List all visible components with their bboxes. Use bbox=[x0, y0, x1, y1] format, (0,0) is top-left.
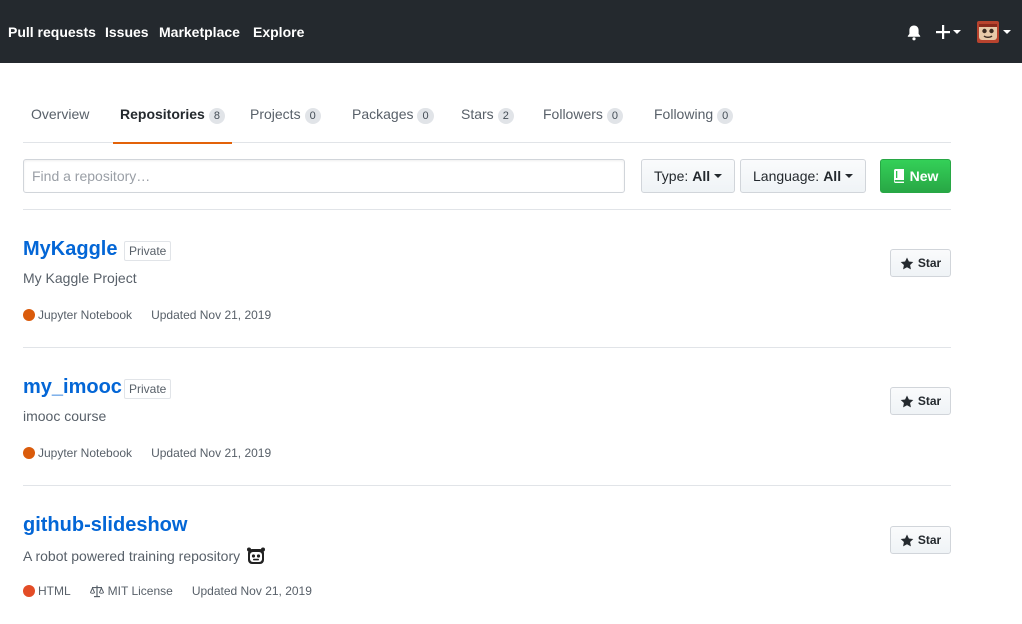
caret-down-icon bbox=[714, 174, 723, 178]
new-button-label: New bbox=[909, 168, 939, 184]
tab-counter: 0 bbox=[606, 108, 624, 124]
language-color-dot bbox=[23, 447, 35, 459]
tab-counter: 0 bbox=[417, 108, 434, 124]
repo-updated: Updated Nov 21, 2019 bbox=[191, 584, 312, 598]
tab-overview[interactable]: Overview bbox=[31, 90, 89, 143]
type-filter-button[interactable]: Type: All bbox=[641, 159, 736, 193]
repo-license: MIT License bbox=[107, 584, 173, 598]
repo-meta: Jupyter Notebook Updated Nov 21, 2019 bbox=[23, 446, 271, 460]
tab-label: Stars bbox=[461, 106, 494, 122]
star-label: Star bbox=[917, 394, 942, 408]
top-header: Pull requests Issues Marketplace Explore bbox=[0, 0, 1022, 63]
caret-down-icon bbox=[1003, 30, 1011, 34]
tab-label: Overview bbox=[31, 106, 90, 122]
repo-icon bbox=[893, 169, 904, 183]
repo-description: imooc course bbox=[23, 408, 106, 424]
tab-repositories[interactable]: Repositories 8 bbox=[113, 90, 232, 144]
tab-label: Repositories bbox=[120, 106, 205, 122]
tab-followers[interactable]: Followers 0 bbox=[543, 90, 624, 143]
repo-filter-bar: Type: All Language: All New bbox=[23, 159, 951, 210]
robot-face-icon bbox=[247, 547, 266, 564]
caret-down-icon bbox=[845, 174, 854, 178]
repo-list-item: github-slideshow A robot powered trainin… bbox=[23, 486, 951, 624]
tab-stars[interactable]: Stars 2 bbox=[461, 90, 514, 143]
profile-tabs: Overview Repositories 8 Projects 0 Package… bbox=[23, 90, 951, 144]
repo-description-text: My Kaggle Project bbox=[23, 270, 137, 286]
language-color-dot bbox=[23, 309, 35, 321]
bell-icon[interactable] bbox=[906, 24, 922, 46]
repo-name-link[interactable]: MyKaggle bbox=[23, 238, 117, 261]
repo-name-link[interactable]: my_imooc bbox=[23, 376, 122, 399]
tab-projects[interactable]: Projects 0 bbox=[250, 90, 321, 143]
private-label: Private bbox=[124, 379, 172, 399]
star-button[interactable]: Star bbox=[890, 387, 951, 415]
star-label: Star bbox=[917, 256, 942, 270]
star-icon bbox=[900, 395, 914, 407]
plus-icon bbox=[936, 25, 950, 39]
repo-name-link[interactable]: github-slideshow bbox=[23, 514, 187, 537]
caret-down-icon bbox=[953, 30, 961, 34]
nav-issues[interactable]: Issues bbox=[105, 24, 149, 40]
new-repository-button[interactable]: New bbox=[880, 159, 951, 193]
repo-language: Jupyter Notebook bbox=[38, 308, 133, 322]
user-menu[interactable] bbox=[977, 21, 1011, 43]
repo-description-text: imooc course bbox=[23, 408, 107, 424]
repo-meta: Jupyter Notebook Updated Nov 21, 2019 bbox=[23, 308, 271, 322]
avatar bbox=[977, 21, 999, 43]
star-label: Star bbox=[917, 533, 942, 547]
repo-language: Jupyter Notebook bbox=[38, 446, 133, 460]
tab-label: Projects bbox=[250, 106, 301, 122]
language-filter-value: All bbox=[823, 168, 842, 184]
private-label: Private bbox=[124, 241, 172, 261]
repo-meta: HTML MIT License Updated Nov 21, 2019 bbox=[23, 584, 312, 598]
star-icon bbox=[900, 534, 914, 546]
repo-description: A robot powered training repository bbox=[23, 546, 266, 566]
language-filter-button[interactable]: Language: All bbox=[740, 159, 867, 193]
type-filter-label: Type: bbox=[654, 168, 689, 184]
nav-pull-requests[interactable]: Pull requests bbox=[8, 24, 96, 40]
star-button[interactable]: Star bbox=[890, 526, 951, 554]
repo-updated: Updated Nov 21, 2019 bbox=[151, 446, 272, 460]
create-new-dropdown[interactable] bbox=[936, 25, 961, 39]
nav-explore[interactable]: Explore bbox=[253, 24, 304, 40]
repo-list-item: MyKaggle Private My Kaggle Project Jupyt… bbox=[23, 210, 951, 348]
nav-marketplace[interactable]: Marketplace bbox=[159, 24, 240, 40]
tab-following[interactable]: Following 0 bbox=[654, 90, 734, 143]
tab-counter: 0 bbox=[304, 108, 321, 124]
language-color-dot bbox=[23, 585, 35, 597]
repo-description: My Kaggle Project bbox=[23, 270, 137, 286]
tab-packages[interactable]: Packages 0 bbox=[352, 90, 434, 143]
repo-language: HTML bbox=[38, 584, 71, 598]
repo-list-item: my_imooc Private imooc course Jupyter No… bbox=[23, 348, 951, 486]
language-filter-label: Language: bbox=[753, 168, 820, 184]
tab-counter: 0 bbox=[717, 108, 734, 124]
tab-label: Followers bbox=[543, 106, 603, 122]
star-icon bbox=[900, 257, 914, 269]
star-button[interactable]: Star bbox=[890, 249, 951, 277]
tab-label: Following bbox=[654, 106, 714, 122]
find-repository-input[interactable] bbox=[23, 159, 625, 193]
repo-updated: Updated Nov 21, 2019 bbox=[151, 308, 272, 322]
tab-counter: 2 bbox=[497, 108, 514, 124]
tab-label: Packages bbox=[352, 106, 414, 122]
repo-description-text: A robot powered training repository bbox=[23, 548, 241, 564]
law-icon bbox=[89, 585, 104, 597]
tab-counter: 8 bbox=[208, 108, 225, 124]
type-filter-value: All bbox=[692, 168, 711, 184]
